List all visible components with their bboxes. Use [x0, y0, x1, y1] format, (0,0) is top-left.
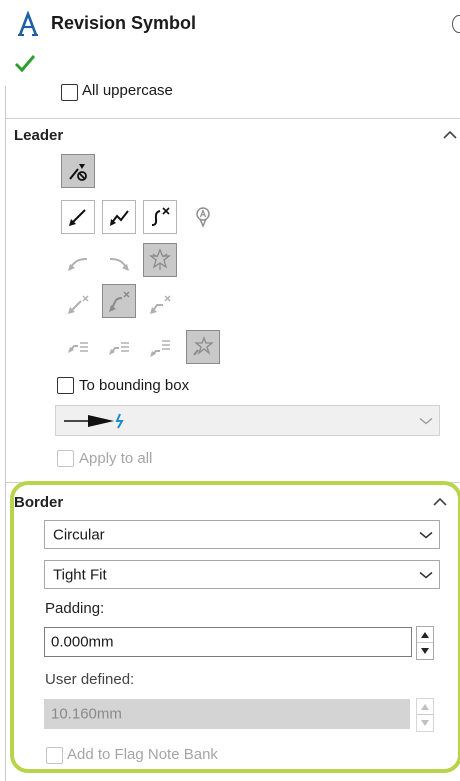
leader-left-icon	[68, 258, 88, 271]
leader-attach-straight-icon	[68, 295, 89, 314]
straight-leader-button[interactable]	[61, 200, 95, 234]
chevron-down-icon	[419, 571, 433, 578]
spin-up-button[interactable]	[417, 627, 433, 643]
arrow-style-dropdown[interactable]	[55, 405, 440, 436]
auto-leader-icon	[196, 207, 210, 228]
spline-leader-button[interactable]	[143, 200, 177, 234]
leader-attach-straight-button[interactable]	[61, 287, 95, 321]
user-defined-spinner[interactable]	[416, 698, 434, 732]
leader-nearest-text-button[interactable]	[186, 330, 220, 364]
add-to-flag-note-bank-checkbox[interactable]	[46, 747, 63, 764]
user-defined-value: 10.160mm	[51, 705, 122, 723]
no-leader-button[interactable]	[61, 154, 95, 188]
spin-down-button[interactable]	[417, 715, 433, 731]
border-size-dropdown[interactable]: Tight Fit	[44, 560, 440, 589]
chevron-up-icon[interactable]	[442, 130, 458, 140]
padding-input[interactable]: 0.000mm	[44, 627, 412, 657]
leader-right-button[interactable]	[102, 246, 136, 280]
leader-nearest-button[interactable]	[143, 243, 177, 277]
straight-leader-icon	[69, 209, 86, 226]
caret-down-icon	[421, 720, 429, 726]
leader-left-button[interactable]	[61, 246, 95, 280]
caret-up-icon	[421, 703, 429, 710]
leader-middle-button[interactable]	[102, 330, 136, 364]
property-manager-header: Revision Symbol	[0, 0, 460, 50]
leader-attach-bent-icon	[109, 291, 130, 312]
border-shape-value: Circular	[53, 526, 105, 543]
spline-leader-icon	[151, 207, 170, 226]
auto-leader-button[interactable]	[186, 200, 220, 234]
padding-label: Padding:	[45, 600, 105, 617]
add-to-flag-note-bank-label: Add to Flag Note Bank	[67, 746, 218, 763]
leader-top-button[interactable]	[61, 330, 95, 364]
help-icon[interactable]	[452, 15, 460, 33]
ok-check-icon[interactable]	[14, 53, 36, 73]
border-size-value: Tight Fit	[53, 566, 107, 583]
to-bounding-box-checkbox[interactable]	[57, 377, 74, 394]
user-defined-input[interactable]: 10.160mm	[44, 699, 410, 729]
spin-up-button[interactable]	[417, 699, 433, 715]
bent-leader-icon	[110, 210, 129, 226]
leader-nearest-icon	[149, 248, 171, 270]
leader-bottom-button[interactable]	[143, 330, 177, 364]
border-shape-dropdown[interactable]: Circular	[44, 520, 440, 549]
section-divider	[5, 118, 460, 119]
page-title: Revision Symbol	[51, 13, 197, 33]
padding-value: 0.000mm	[51, 633, 114, 651]
all-uppercase-checkbox[interactable]	[61, 84, 78, 101]
apply-to-all-checkbox[interactable]	[57, 450, 74, 467]
chevron-down-icon	[419, 531, 433, 538]
leader-nearest-text-icon	[193, 336, 214, 356]
leader-right-icon	[109, 258, 129, 271]
leader-section-header[interactable]: Leader	[14, 127, 63, 144]
no-leader-icon	[69, 164, 87, 181]
user-defined-label: User defined:	[45, 671, 135, 688]
caret-up-icon	[421, 631, 429, 638]
leader-attach-spline-button[interactable]	[143, 287, 177, 321]
bent-leader-button[interactable]	[102, 200, 136, 234]
leader-bottom-icon	[150, 340, 170, 357]
all-uppercase-label: All uppercase	[82, 82, 173, 99]
chevron-down-icon	[419, 417, 433, 424]
leader-top-icon	[68, 342, 88, 353]
revision-symbol-icon	[18, 11, 38, 36]
apply-to-all-label: Apply to all	[79, 450, 153, 467]
caret-down-icon	[421, 648, 429, 654]
arrow-style-icon	[64, 413, 124, 429]
padding-spinner[interactable]	[416, 626, 434, 660]
leader-attach-spline-icon	[150, 295, 171, 314]
to-bounding-box-label: To bounding box	[79, 377, 190, 394]
chevron-up-icon[interactable]	[432, 497, 448, 507]
leader-middle-icon	[109, 342, 129, 355]
border-section-header[interactable]: Border	[14, 494, 63, 511]
leader-attach-bent-button[interactable]	[102, 284, 136, 318]
spin-down-button[interactable]	[417, 643, 433, 659]
